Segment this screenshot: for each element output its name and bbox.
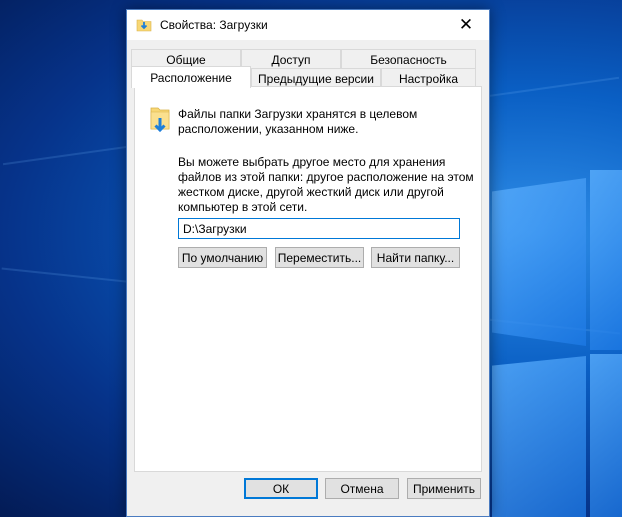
move-button[interactable]: Переместить...	[275, 247, 364, 268]
description-line: жестком диске, другой жесткий диск или д…	[178, 185, 444, 199]
tab-label: Общие	[166, 52, 206, 67]
tab-previous-versions[interactable]: Предыдущие версии	[251, 68, 381, 88]
description-line: компьютер в этой сети.	[178, 200, 308, 214]
restore-default-button[interactable]: По умолчанию	[178, 247, 267, 268]
tab-label: Доступ	[271, 52, 311, 67]
info-line: расположении, указанном ниже.	[178, 122, 359, 136]
tab-label: Настройка	[398, 71, 459, 86]
tab-sharing[interactable]: Доступ	[241, 49, 341, 69]
tab-customize[interactable]: Настройка	[381, 68, 476, 88]
description-line: Вы можете выбрать другое место для хране…	[178, 155, 446, 169]
desktop-window-logo-pane	[492, 356, 586, 517]
location-tab-panel: Файлы папки Загрузки хранятся в целевом …	[134, 86, 482, 472]
location-path-input[interactable]	[178, 218, 460, 239]
ok-button[interactable]: ОК	[244, 478, 318, 499]
tab-security[interactable]: Безопасность	[341, 49, 476, 69]
info-line: Файлы папки Загрузки хранятся в целевом	[178, 107, 418, 121]
apply-button[interactable]: Применить	[407, 478, 481, 499]
window-title: Свойства: Загрузки	[160, 18, 268, 32]
tab-label: Расположение	[150, 70, 232, 85]
desktop-window-logo-pane	[492, 178, 586, 346]
downloads-folder-icon	[136, 19, 152, 32]
description-line: файлов из этой папки: другое расположени…	[178, 170, 474, 184]
location-description: Вы можете выбрать другое место для хране…	[178, 155, 474, 215]
find-folder-button[interactable]: Найти папку...	[371, 247, 460, 268]
cancel-button[interactable]: Отмена	[325, 478, 399, 499]
close-icon: ✕	[458, 15, 474, 34]
desktop-window-logo-pane	[590, 354, 622, 517]
close-button[interactable]: ✕	[443, 10, 489, 40]
title-bar[interactable]: Свойства: Загрузки ✕	[127, 10, 489, 40]
properties-dialog: Свойства: Загрузки ✕ Общие Доступ Безопа…	[126, 9, 490, 517]
location-info-text: Файлы папки Загрузки хранятся в целевом …	[178, 107, 417, 137]
downloads-folder-icon	[150, 107, 170, 133]
tab-label: Безопасность	[370, 52, 447, 67]
tab-location[interactable]: Расположение	[131, 66, 251, 88]
tab-label: Предыдущие версии	[258, 71, 374, 86]
desktop-window-logo-pane	[590, 170, 622, 350]
